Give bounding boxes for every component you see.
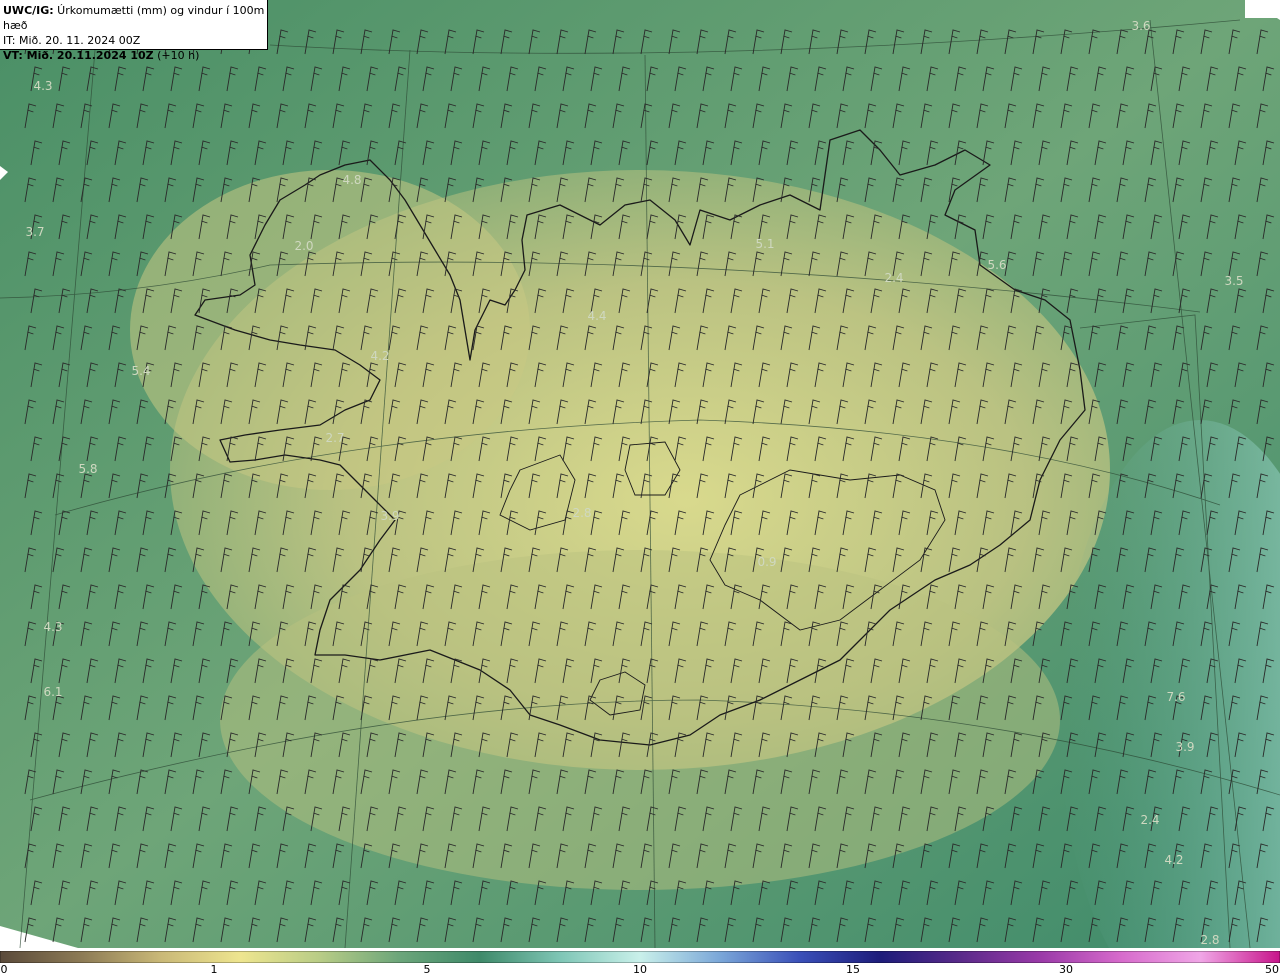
map-value-label: 2.8	[1200, 933, 1219, 947]
map-value-label: 4.3	[43, 620, 62, 634]
map-value-label: 4.2	[370, 349, 389, 363]
map-value-label: 5.1	[755, 237, 774, 251]
map-value-label: 5.8	[78, 462, 97, 476]
init-time-line: IT: Mið. 20. 11. 2024 00Z	[3, 34, 141, 47]
map-value-label: 3.6	[1131, 19, 1150, 33]
map-value-label: 3.9	[380, 509, 399, 523]
map-value-label: 4.8	[342, 173, 361, 187]
outside-domain-ne	[1245, 0, 1280, 18]
map-value-label: 7.6	[1166, 690, 1185, 704]
title-line: UWC/IG: Úrkomumætti (mm) og vindur í 100…	[3, 4, 265, 32]
colorbar-tick-label: 30	[1059, 963, 1073, 976]
map-value-label: 2.4	[1140, 813, 1159, 827]
map-value-label: 3.9	[1175, 740, 1194, 754]
map-value-label: 2.8	[572, 506, 591, 520]
colorbar-tick-label: 0	[0, 963, 8, 976]
map-value-label: 5.4	[131, 364, 150, 378]
colorbar-tick-label: 15	[846, 963, 860, 976]
colorbar-labels: 0 1 5 10 15 30 50	[0, 961, 1280, 978]
map-value-label: 5.6	[987, 258, 1006, 272]
colorbar-tick-label: 50	[1265, 963, 1279, 976]
map-value-label: 4.2	[1164, 853, 1183, 867]
precipitation-map: 3.6 4.3 4.8 3.7 2.0 5.1 2.4 5.6 3.5 4.4 5.4 4.2 5.8 2…	[0, 0, 1280, 978]
map-value-label: 4.4	[587, 309, 606, 323]
colorbar-tick-label: 10	[633, 963, 647, 976]
colorbar	[0, 948, 1280, 964]
colorbar-tick-label: 5	[423, 963, 431, 976]
map-value-label: 3.5	[1224, 274, 1243, 288]
map-value-label: 3.7	[25, 225, 44, 239]
map-value-label: 2.4	[884, 271, 903, 285]
colorbar-tick-label: 1	[210, 963, 218, 976]
map-value-label: 0.9	[757, 555, 776, 569]
map-value-label: 2.7	[325, 431, 344, 445]
valid-time-line: VT: Mið. 20.11.2024 10Z (+10 h)	[3, 49, 200, 62]
map-value-label: 2.0	[294, 239, 313, 253]
map-value-label: 4.3	[33, 79, 52, 93]
map-header: UWC/IG: Úrkomumætti (mm) og vindur í 100…	[0, 0, 268, 62]
map-value-label: 6.1	[43, 685, 62, 699]
